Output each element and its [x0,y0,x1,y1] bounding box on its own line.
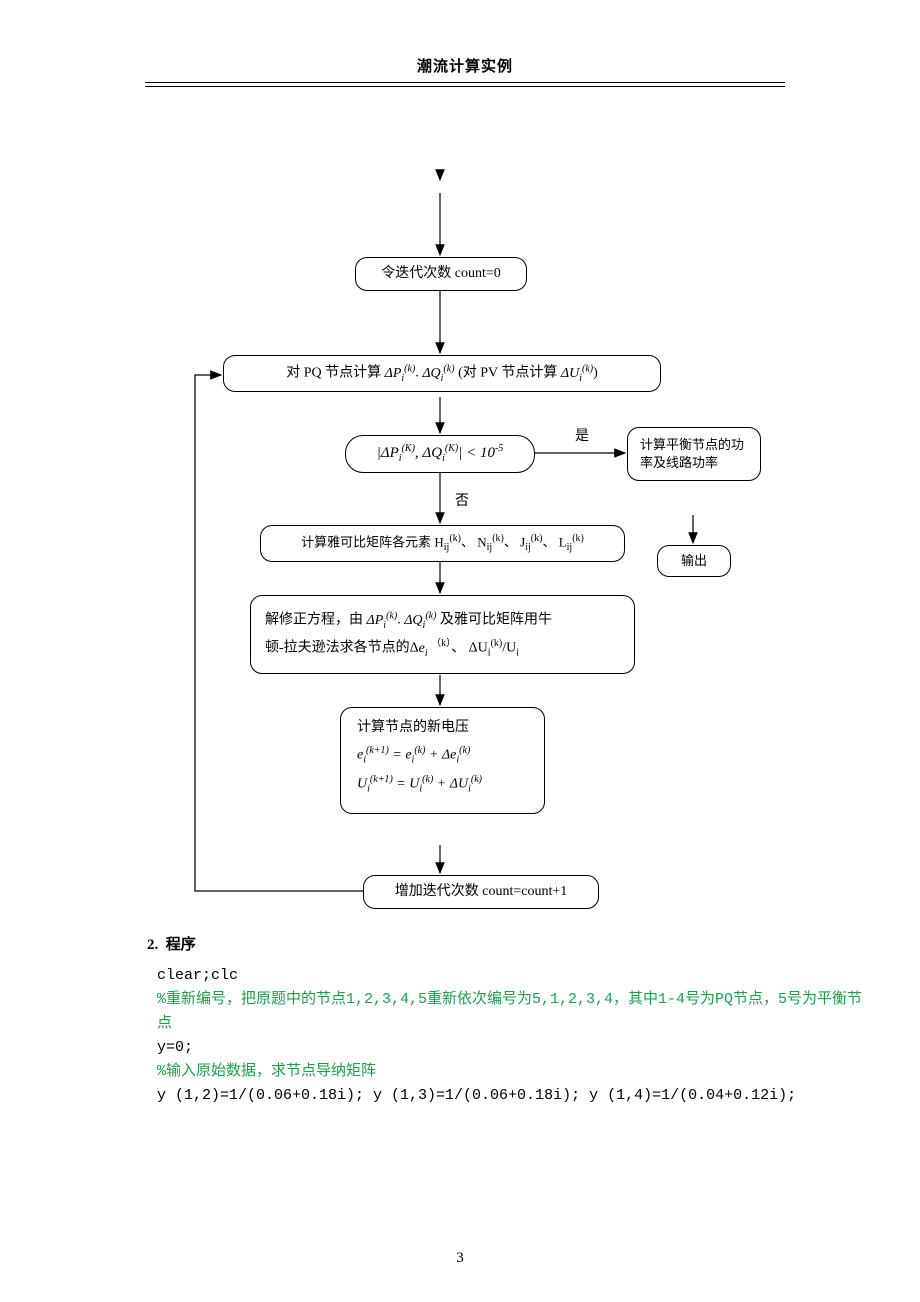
flowchart: 令迭代次数 count=0 对 PQ 节点计算 ΔPi(k). ΔQi(k) (… [145,115,785,925]
text-part: 解修正方程，由 [265,613,367,628]
flow-jacobian: 计算雅可比矩阵各元素 Hij(k)、 Nij(k)、 Jij(k)、 Lij(k… [260,525,625,562]
text-part: (对 PV 节点计算 [458,366,561,381]
code-comment: %输入原始数据，求节点导纳矩阵 [157,1063,376,1080]
code-comment: %重新编号，把原题中的节点1,2,3,4,5重新依次编号为5,1,2,3,4，其… [157,991,862,1032]
eq-e-update: ei(k+1) = ei(k) + Δei(k) [357,744,528,767]
code-block: clear;clc %重新编号，把原题中的节点1,2,3,4,5重新依次编号为5… [157,964,865,1108]
text-part: 及雅可比矩阵用牛 [440,613,552,628]
page-header-title: 潮流计算实例 [145,55,785,76]
flow-init-count: 令迭代次数 count=0 [355,257,527,291]
text-part: 计算雅可比矩阵各元素 H [301,534,444,549]
code-line: y=0; [157,1039,193,1056]
flow-compute-pq: 对 PQ 节点计算 ΔPi(k). ΔQi(k) (对 PV 节点计算 ΔUi(… [223,355,661,392]
flow-correction-eq: 解修正方程，由 ΔPi(k). ΔQi(k) 及雅可比矩阵用牛 顿-拉夫逊法求各… [250,595,635,674]
label-yes: 是 [575,425,589,445]
header-rule [145,82,785,87]
code-line: y (1,2)=1/(0.06+0.18i); y (1,3)=1/(0.06+… [157,1087,796,1104]
section-heading: 2. 程序 [147,933,785,954]
deltaU: ΔUi(k) [561,366,593,381]
flow-new-voltage: 计算节点的新电压 ei(k+1) = ei(k) + Δei(k) Ui(k+1… [340,707,545,814]
code-line: clear;clc [157,967,238,984]
deltaQ: ΔQi(k) [422,366,454,381]
flow-output: 输出 [657,545,731,577]
flow-increment-count: 增加迭代次数 count=count+1 [363,875,599,909]
page-number: 3 [0,1250,920,1267]
flow-balance-power: 计算平衡节点的功率及线路功率 [627,427,761,481]
text-part: 顿-拉夫逊法求各节点的Δ [265,641,419,656]
text-part: 对 PQ 节点计算 [286,366,384,381]
flow-decision-tolerance: |ΔPi(K), ΔQi(K)| < 10-5 [345,435,535,473]
eq-U-update: Ui(k+1) = Ui(k) + ΔUi(k) [357,773,528,796]
text-part: 计算节点的新电压 [357,718,528,738]
deltaP: ΔPi(k) [385,366,416,381]
program-section: 2. 程序 clear;clc %重新编号，把原题中的节点1,2,3,4,5重新… [145,933,785,1108]
label-no: 否 [455,490,469,510]
